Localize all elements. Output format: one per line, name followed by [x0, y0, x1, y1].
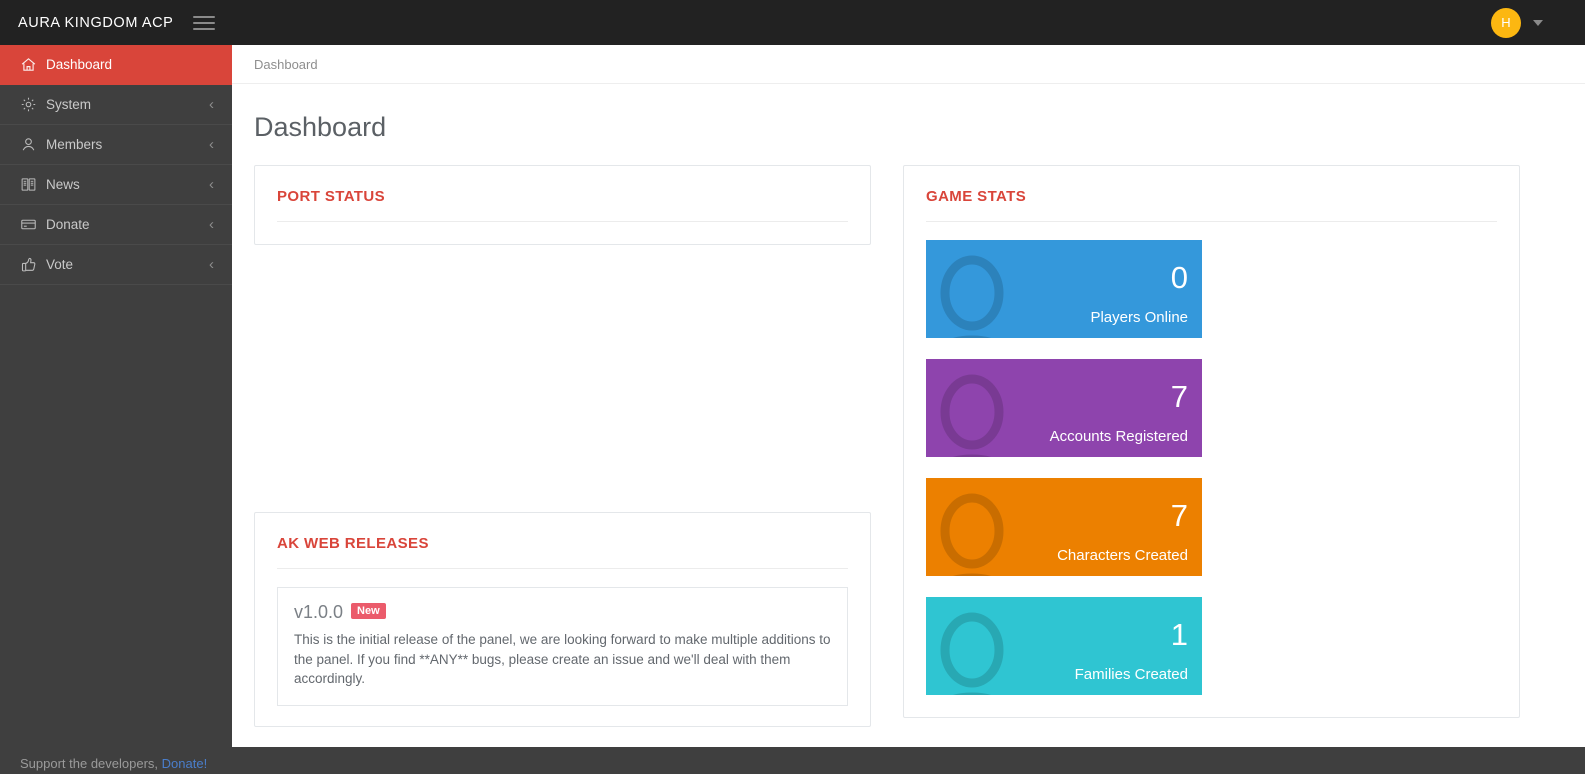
hamburger-bar — [193, 27, 215, 30]
chevron-left-icon: ‹ — [209, 136, 214, 153]
footer-support-text: Support the developers, Donate! — [0, 745, 232, 774]
stat-value: 0 — [1170, 260, 1188, 295]
stat-tile-accounts-registered[interactable]: 7 Accounts Registered — [926, 359, 1202, 457]
stat-value: 7 — [1170, 498, 1188, 533]
user-silhouette-icon — [926, 248, 1032, 338]
stat-label: Characters Created — [1057, 547, 1188, 564]
home-icon — [20, 56, 46, 74]
user-icon — [20, 136, 46, 154]
menu-toggle-icon[interactable] — [193, 11, 219, 35]
sidebar-item-news[interactable]: News ‹ — [0, 165, 232, 205]
chevron-left-icon: ‹ — [209, 256, 214, 273]
sidebar-item-label: Dashboard — [46, 57, 113, 72]
stat-label: Players Online — [1090, 309, 1188, 326]
port-status-title: PORT STATUS — [277, 188, 386, 205]
dashboard-grid: PORT STATUS AK WEB RELEASES v1.0.0 New Thi… — [232, 143, 1585, 747]
port-status-header: PORT STATUS — [255, 166, 870, 222]
user-silhouette-icon — [926, 486, 1032, 576]
port-status-panel: PORT STATUS — [254, 165, 871, 245]
avatar[interactable]: H — [1491, 7, 1521, 38]
release-version: v1.0.0 — [294, 602, 344, 622]
user-silhouette-icon — [926, 367, 1032, 457]
stat-tile-players-online[interactable]: 0 Players Online — [926, 240, 1202, 338]
credit-card-icon — [20, 216, 46, 234]
gear-icon — [20, 96, 46, 114]
sidebar-item-label: Vote — [46, 257, 74, 272]
releases-header: AK WEB RELEASES — [255, 513, 870, 569]
stat-label: Accounts Registered — [1049, 428, 1188, 445]
chevron-left-icon: ‹ — [209, 96, 214, 113]
releases-panel: AK WEB RELEASES v1.0.0 New This is the ini… — [254, 512, 871, 727]
sidebar-item-system[interactable]: System ‹ — [0, 85, 232, 125]
game-stats-header: GAME STATS — [904, 166, 1519, 222]
dashboard-column-left: PORT STATUS AK WEB RELEASES v1.0.0 New Thi… — [254, 165, 871, 747]
app-brand-title: AURA KINGDOM ACP — [18, 14, 174, 31]
sidebar-item-label: Members — [46, 137, 103, 152]
sidebar: Dashboard System ‹ Members ‹ News ‹ Donate ‹ Vote… — [0, 45, 232, 774]
stat-label: Families Created — [1074, 666, 1188, 683]
user-silhouette-icon — [926, 605, 1032, 695]
footer-donate-link[interactable]: Donate! — [162, 756, 208, 771]
sidebar-item-label: System — [46, 97, 92, 112]
chevron-left-icon: ‹ — [209, 216, 214, 233]
release-header: v1.0.0 New — [294, 602, 831, 623]
hamburger-bar — [193, 15, 215, 18]
dashboard-column-right: GAME STATS 0 Players Online 7 Accounts Regi… — [903, 165, 1520, 740]
sidebar-item-donate[interactable]: Donate ‹ — [0, 205, 232, 245]
status-badge: New — [351, 602, 386, 619]
game-stats-tiles: 0 Players Online 7 Accounts Registered 7 Char… — [904, 222, 1519, 717]
main-content: Dashboard Dashboard PORT STATUS AK WEB R… — [232, 45, 1585, 747]
breadcrumb-item-dashboard[interactable]: Dashboard — [254, 57, 318, 72]
releases-body: v1.0.0 New This is the initial release of … — [255, 569, 870, 726]
game-stats-panel: GAME STATS 0 Players Online 7 Accounts Regi… — [903, 165, 1520, 718]
sidebar-item-dashboard[interactable]: Dashboard — [0, 45, 232, 85]
page-title: Dashboard — [254, 112, 387, 142]
sidebar-item-vote[interactable]: Vote ‹ — [0, 245, 232, 285]
stat-value: 7 — [1170, 379, 1188, 414]
top-navbar: AURA KINGDOM ACP H — [0, 0, 1585, 45]
release-description: This is the initial release of the panel… — [294, 632, 831, 687]
release-item: v1.0.0 New This is the initial release of … — [277, 587, 848, 706]
sidebar-item-label: News — [46, 177, 80, 192]
stat-value: 1 — [1170, 617, 1188, 652]
breadcrumb: Dashboard — [232, 45, 1585, 84]
stat-tile-characters-created[interactable]: 7 Characters Created — [926, 478, 1202, 576]
sidebar-item-label: Donate — [46, 217, 90, 232]
port-status-body — [255, 222, 870, 244]
footer-label: Support the developers, — [20, 756, 162, 771]
releases-title: AK WEB RELEASES — [277, 535, 429, 552]
chevron-left-icon: ‹ — [209, 176, 214, 193]
chevron-down-icon[interactable] — [1533, 19, 1543, 26]
book-icon — [20, 176, 46, 194]
stat-tile-families-created[interactable]: 1 Families Created — [926, 597, 1202, 695]
thumbs-up-icon — [20, 256, 46, 274]
game-stats-title: GAME STATS — [926, 188, 1027, 205]
sidebar-item-members[interactable]: Members ‹ — [0, 125, 232, 165]
hamburger-bar — [193, 21, 215, 24]
navbar-user-area: H — [1491, 7, 1585, 38]
